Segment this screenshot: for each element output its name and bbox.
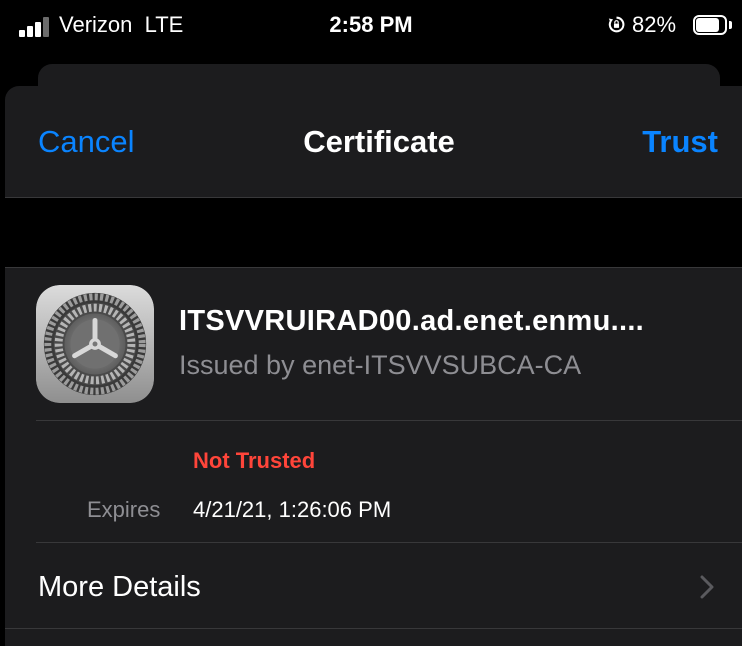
certificate-issuer: Issued by enet-ITSVVSUBCA-CA (179, 350, 582, 380)
settings-gear-icon (36, 285, 154, 403)
certificate-sheet: Cancel Certificate Trust ITSVVRUIRAD00.a… (5, 86, 742, 646)
page-title: Certificate (303, 124, 455, 159)
rotation-lock-icon (608, 16, 625, 33)
more-details-label: More Details (38, 571, 201, 603)
card-divider (36, 420, 742, 421)
battery-percent: 82% (632, 12, 677, 37)
certificate-name: ITSVVRUIRAD00.ad.enet.enmu.... (179, 305, 645, 337)
certificate-card: ITSVVRUIRAD00.ad.enet.enmu.... Issued by… (5, 268, 742, 646)
status-bar: Verizon LTE 2:58 PM 82% (0, 0, 742, 54)
section-spacer (5, 198, 742, 267)
bottom-divider (5, 628, 742, 629)
navigation-bar: Cancel Certificate Trust (5, 86, 742, 197)
status-time: 2:58 PM (329, 12, 413, 37)
chevron-right-icon (700, 575, 714, 599)
battery-icon (693, 15, 732, 35)
trust-button[interactable]: Trust (642, 124, 718, 160)
expires-value: 4/21/21, 1:26:06 PM (193, 497, 392, 522)
trust-status: Not Trusted (193, 448, 316, 473)
more-details-row[interactable]: More Details (5, 542, 742, 628)
expires-label: Expires (87, 497, 161, 522)
